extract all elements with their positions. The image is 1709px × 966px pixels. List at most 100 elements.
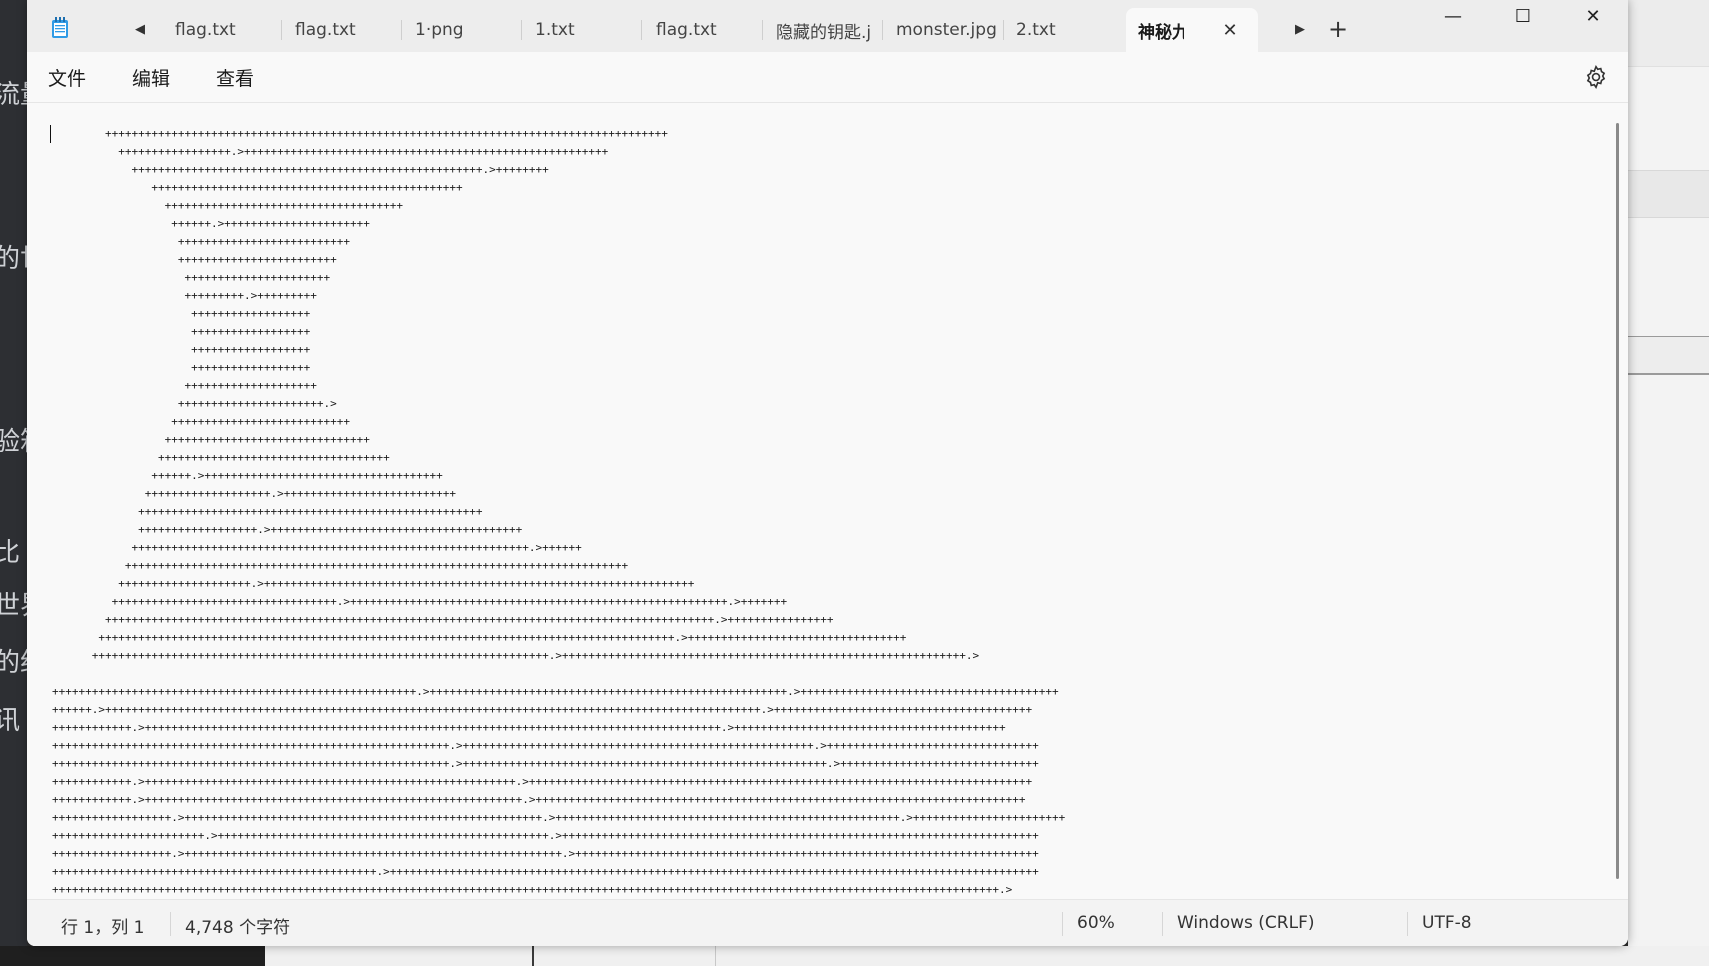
scroll-tabs-right-button[interactable]: ▶ bbox=[1287, 16, 1313, 42]
tab-flag-txt[interactable]: flag.txt bbox=[163, 8, 282, 52]
editor-line: ++++++++++++++++++++++++++++++++++++++++… bbox=[52, 883, 1013, 896]
editor-line: ++++++++++++++++++ bbox=[52, 361, 311, 374]
editor-line: ++++++++++++.>++++++++++++++++++++++++++… bbox=[52, 775, 1033, 788]
scroll-tabs-left-button[interactable]: ◀ bbox=[127, 16, 153, 42]
editor-line: +++++++++++++++++++++++++++ bbox=[52, 415, 351, 428]
background-text-fragment: 验箱 bbox=[0, 427, 27, 457]
tab-hidden-key-jpg[interactable]: 隐藏的钥匙.j bbox=[764, 8, 883, 52]
tab-1-png[interactable]: 1·png bbox=[403, 8, 522, 52]
editor-line: ++++++++++++++++++++++++++++++++++++++++… bbox=[52, 613, 834, 626]
editor-line: ++++++++++++.>++++++++++++++++++++++++++… bbox=[52, 721, 1006, 734]
editor-line: ++++++++++++++++++++++++++++++++++++ bbox=[52, 199, 403, 212]
encoding[interactable]: UTF-8 bbox=[1422, 913, 1472, 933]
editor-line: +++++++++++++++++.>+++++++++++++++++++++… bbox=[52, 145, 609, 158]
tab-label: flag.txt bbox=[295, 20, 356, 40]
menu-file[interactable]: 文件 bbox=[38, 62, 96, 92]
tab-1-txt[interactable]: 1.txt bbox=[523, 8, 642, 52]
editor-line: ++++++++++++++++++++++ bbox=[52, 271, 331, 284]
tab-monster-jpg[interactable]: monster.jpg bbox=[884, 8, 1004, 52]
editor-line: ++++++++++++++++++++++++++++++++++++++++… bbox=[52, 631, 907, 644]
desktop-bottom bbox=[0, 946, 1709, 966]
text-editor[interactable]: ++++++++++++++++++++++++++++++++++++++++… bbox=[27, 103, 1628, 899]
background-text-fragment: 流量 bbox=[0, 80, 27, 110]
editor-line: ++++++++++++++++++++++++++++++++++.>++++… bbox=[52, 595, 788, 608]
cursor-position[interactable]: 行 1，列 1 bbox=[61, 913, 144, 938]
background-text-fragment: 比 bbox=[0, 538, 21, 568]
editor-line: ++++++++++++++++++ bbox=[52, 343, 311, 356]
editor-line: ++++++++++++++++++++++++++++++++++++++++… bbox=[52, 127, 668, 140]
editor-line: +++++++++++++++++++++++++++++++++++ bbox=[52, 451, 390, 464]
background-taskbar-segment bbox=[0, 946, 265, 966]
background-divider bbox=[715, 946, 716, 966]
editor-content: ++++++++++++++++++++++++++++++++++++++++… bbox=[52, 125, 1065, 899]
editor-line: ++++++++++++++++++++++++++ bbox=[52, 235, 351, 248]
menu-edit[interactable]: 编辑 bbox=[122, 62, 180, 92]
menu-bar: 文件 编辑 查看 bbox=[27, 52, 1628, 103]
editor-line: ++++++++++++++++++++++++++++++++++++++++… bbox=[52, 739, 1039, 752]
editor-line: +++++++++.>+++++++++ bbox=[52, 289, 317, 302]
tab-label: 隐藏的钥匙.j bbox=[776, 22, 872, 43]
background-divider bbox=[532, 946, 534, 966]
background-window-right bbox=[1628, 0, 1709, 966]
status-divider bbox=[1062, 912, 1063, 936]
editor-line: ++++++++++++++++++++++++++++++++++++++++… bbox=[52, 181, 463, 194]
close-tab-icon[interactable]: ✕ bbox=[1220, 20, 1240, 41]
editor-line: ++++++++++++++++++++++++++++++++++++++++… bbox=[52, 163, 549, 176]
plus-icon: + bbox=[1327, 15, 1349, 43]
tab-active-mystery[interactable]: 神秘九 ✕ bbox=[1126, 8, 1258, 52]
maximize-icon: ☐ bbox=[1514, 5, 1532, 27]
notepad-app-icon bbox=[52, 17, 68, 38]
editor-line: ++++++++++++++++++.>++++++++++++++++++++… bbox=[52, 847, 1039, 860]
zoom-level[interactable]: 60% bbox=[1077, 913, 1115, 933]
editor-line: ++++++++++++++++++++++++++++++++++++++++… bbox=[52, 757, 1039, 770]
background-window-left: 流量 的世 验箱 比 世界 的约 讯 bbox=[0, 0, 27, 966]
background-panel bbox=[1628, 0, 1709, 67]
scrollbar-thumb[interactable] bbox=[1616, 123, 1619, 879]
background-panel bbox=[1628, 336, 1709, 375]
editor-line: ++++++++++++++++++++++.> bbox=[52, 397, 337, 410]
status-divider bbox=[1407, 912, 1408, 936]
tab-label: flag.txt bbox=[656, 20, 717, 40]
background-text-fragment: 世界 bbox=[0, 591, 27, 621]
editor-line: ++++++++++++++++++++++++++++++++++++++++… bbox=[52, 649, 980, 662]
title-tab-bar[interactable]: ◀ flag.txt flag.txt 1·png 1.txt flag.txt… bbox=[27, 0, 1628, 52]
minimize-icon: — bbox=[1444, 5, 1462, 27]
editor-line: ++++++++++++++++++++++++++++++++++++++++… bbox=[52, 505, 483, 518]
status-divider bbox=[1162, 912, 1163, 936]
maximize-button[interactable]: ☐ bbox=[1488, 0, 1558, 32]
status-bar: 行 1，列 1 4,748 个字符 60% Windows (CRLF) UTF… bbox=[27, 899, 1628, 946]
background-text-fragment: 的约 bbox=[0, 648, 27, 678]
editor-line: ++++++++++++++++++++.>++++++++++++++++++… bbox=[52, 577, 695, 590]
background-panel bbox=[1628, 170, 1709, 218]
editor-line: ++++++++++++++++++.>++++++++++++++++++++… bbox=[52, 523, 523, 536]
minimize-button[interactable]: — bbox=[1418, 0, 1488, 32]
editor-line: ++++++++++++++++++ bbox=[52, 325, 311, 338]
tab-flag-txt[interactable]: flag.txt bbox=[644, 8, 763, 52]
vertical-scrollbar[interactable] bbox=[1616, 123, 1620, 879]
tab-label: monster.jpg bbox=[896, 20, 997, 40]
editor-line: +++++++++++++++++++++++.>+++++++++++++++… bbox=[52, 829, 1039, 842]
tab-label: 神秘九 bbox=[1138, 22, 1184, 43]
menu-view[interactable]: 查看 bbox=[206, 62, 264, 92]
tab-label: flag.txt bbox=[175, 20, 236, 40]
editor-line: +++++++++++++++++++.>+++++++++++++++++++… bbox=[52, 487, 456, 500]
editor-line: ++++++++++++++++++++++++++++++++++++++++… bbox=[52, 559, 629, 572]
line-ending[interactable]: Windows (CRLF) bbox=[1177, 913, 1315, 933]
editor-line: ++++++++++++.>++++++++++++++++++++++++++… bbox=[52, 793, 1026, 806]
tab-flag-txt[interactable]: flag.txt bbox=[283, 8, 402, 52]
tab-label: 1.txt bbox=[535, 20, 575, 40]
editor-line: ++++++.>++++++++++++++++++++++++++++++++… bbox=[52, 703, 1033, 716]
text-caret bbox=[50, 125, 51, 143]
editor-line: ++++++.>++++++++++++++++++++++++++++++++… bbox=[52, 469, 443, 482]
character-count: 4,748 个字符 bbox=[185, 918, 291, 938]
new-tab-button[interactable]: + bbox=[1325, 15, 1351, 43]
close-window-button[interactable]: ✕ bbox=[1558, 0, 1628, 32]
status-divider bbox=[170, 912, 171, 936]
settings-gear-icon[interactable] bbox=[1583, 64, 1609, 90]
background-text-fragment: 讯 bbox=[0, 706, 21, 736]
editor-line: ++++++++++++++++++.>++++++++++++++++++++… bbox=[52, 811, 1066, 824]
editor-line: ++++++.>++++++++++++++++++++++ bbox=[52, 217, 370, 230]
close-icon: ✕ bbox=[1585, 5, 1601, 27]
editor-line: ++++++++++++++++++++++++++++++++++++++++… bbox=[52, 541, 582, 554]
